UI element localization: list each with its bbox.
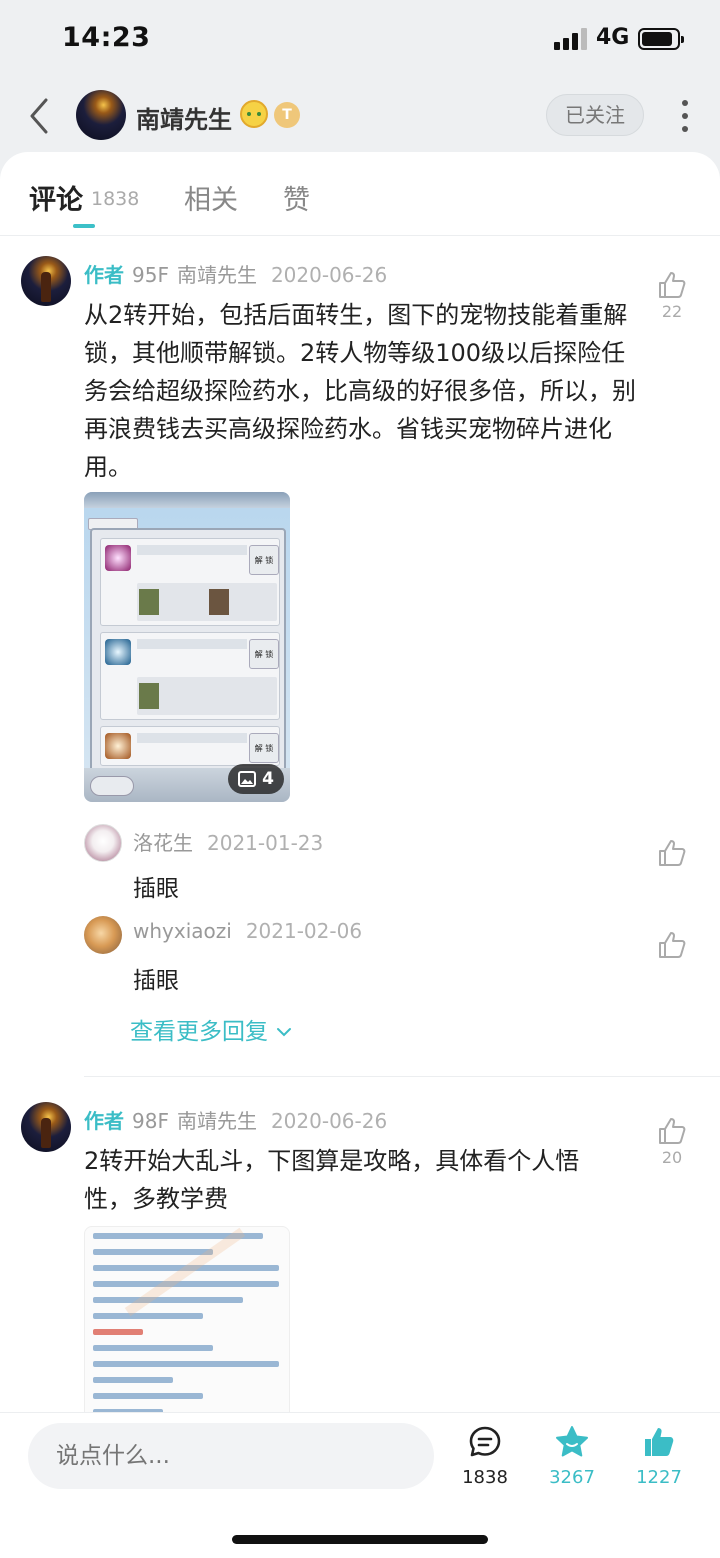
comment-bubble-icon: [469, 1426, 501, 1457]
tab-likes[interactable]: 赞: [283, 178, 310, 217]
reply-author[interactable]: whyxiaozi: [133, 919, 232, 943]
tab-label: 评论: [29, 185, 83, 216]
tab-comments[interactable]: 评论: [29, 178, 83, 217]
star-count: 3267: [549, 1467, 595, 1488]
like-button[interactable]: 1227: [624, 1425, 694, 1488]
star-icon: [556, 1426, 588, 1457]
comment-image[interactable]: 解 锁 解 锁 解 锁: [84, 492, 290, 802]
author-tag: 作者: [84, 263, 124, 287]
comment-date: 2020-06-26: [270, 1109, 388, 1133]
reply-date: 2021-02-06: [245, 919, 363, 943]
author-tag: 作者: [84, 1109, 124, 1133]
reply-avatar[interactable]: [84, 916, 122, 954]
bottom-bar: 1838 3267 1227: [0, 1412, 720, 1558]
more-replies-label: 查看更多回复: [130, 1019, 268, 1045]
comment-author[interactable]: 南靖先生: [177, 1109, 257, 1133]
reply-text: 插眼: [133, 876, 179, 902]
top-bar: 南靖先生 T 已关注: [0, 80, 720, 160]
thumbs-up-icon: [659, 272, 686, 298]
comment-image[interactable]: [84, 1226, 290, 1426]
more-replies-link[interactable]: 查看更多回复: [130, 1012, 292, 1046]
content-card: 评论 1838 相关 赞 作者 95F 南靖先生 2020-06-26 22 从2转开…: [0, 152, 720, 1558]
thumbs-up-icon: [659, 840, 686, 866]
battery-icon: [638, 28, 684, 50]
status-bar: 14:23 4G: [0, 0, 720, 80]
reply-like-button[interactable]: [652, 838, 692, 868]
header-username[interactable]: 南靖先生: [136, 100, 232, 135]
comment-avatar[interactable]: [21, 1102, 71, 1152]
comment-like-button[interactable]: 22: [652, 270, 692, 321]
reply-text: 插眼: [133, 968, 179, 994]
thumbs-up-icon: [659, 1118, 686, 1144]
image-icon: [238, 771, 257, 787]
user-badge-icon: [240, 100, 268, 128]
comment-meta: 作者 95F 南靖先生 2020-06-26: [84, 259, 387, 288]
comment-meta: 作者 98F 南靖先生 2020-06-26: [84, 1105, 387, 1134]
signal-icon: [554, 28, 588, 50]
comment-date: 2020-06-26: [270, 263, 388, 287]
comment-text: 2转开始大乱斗，下图算是攻略，具体看个人悟性，多教学费: [84, 1147, 580, 1213]
chevron-left-icon: [30, 98, 48, 134]
reply-meta: whyxiaozi 2021-02-06: [133, 919, 362, 943]
reply-like-button[interactable]: [652, 930, 692, 960]
network-type: 4G: [596, 25, 630, 50]
back-button[interactable]: [22, 94, 62, 138]
comment-author[interactable]: 南靖先生: [177, 263, 257, 287]
thumbs-up-icon: [645, 1428, 674, 1456]
tab-comments-count: 1838: [91, 188, 140, 210]
image-count-badge[interactable]: 4: [228, 764, 284, 794]
level-badge: T: [274, 102, 300, 128]
more-options-icon[interactable]: [672, 98, 698, 134]
divider: [84, 1076, 720, 1077]
follow-button[interactable]: 已关注: [546, 94, 644, 136]
tab-bar: 评论 1838 相关 赞: [0, 152, 720, 236]
like-count: 22: [661, 302, 683, 321]
thumbs-up-icon: [659, 932, 686, 958]
comment-count: 1838: [462, 1467, 508, 1488]
avatar[interactable]: [76, 90, 126, 140]
comment-button[interactable]: 1838: [450, 1425, 520, 1488]
status-time: 14:23: [62, 22, 151, 53]
home-indicator: [232, 1535, 488, 1544]
floor-number: 98F: [132, 1109, 169, 1133]
tab-related[interactable]: 相关: [184, 178, 238, 217]
image-count: 4: [262, 769, 274, 789]
reply-date: 2021-01-23: [207, 831, 324, 855]
reply-meta: 洛花生 2021-01-23: [133, 827, 323, 856]
floor-number: 95F: [132, 263, 169, 287]
star-button[interactable]: 3267: [537, 1425, 607, 1488]
comment-text: 从2转开始，包括后面转生，图下的宠物技能着重解锁，其他顺带解锁。2转人物等级10…: [84, 301, 636, 481]
active-tab-indicator: [73, 224, 95, 228]
comment-avatar[interactable]: [21, 256, 71, 306]
like-count: 1227: [636, 1467, 682, 1488]
like-count: 20: [661, 1148, 683, 1167]
comment-like-button[interactable]: 20: [652, 1116, 692, 1167]
unlock-button-label: 解 锁: [249, 545, 279, 575]
comment-input[interactable]: [28, 1423, 434, 1489]
chevron-down-icon: [277, 1028, 291, 1037]
reply-avatar[interactable]: [84, 824, 122, 862]
reply-author[interactable]: 洛花生: [133, 831, 193, 855]
